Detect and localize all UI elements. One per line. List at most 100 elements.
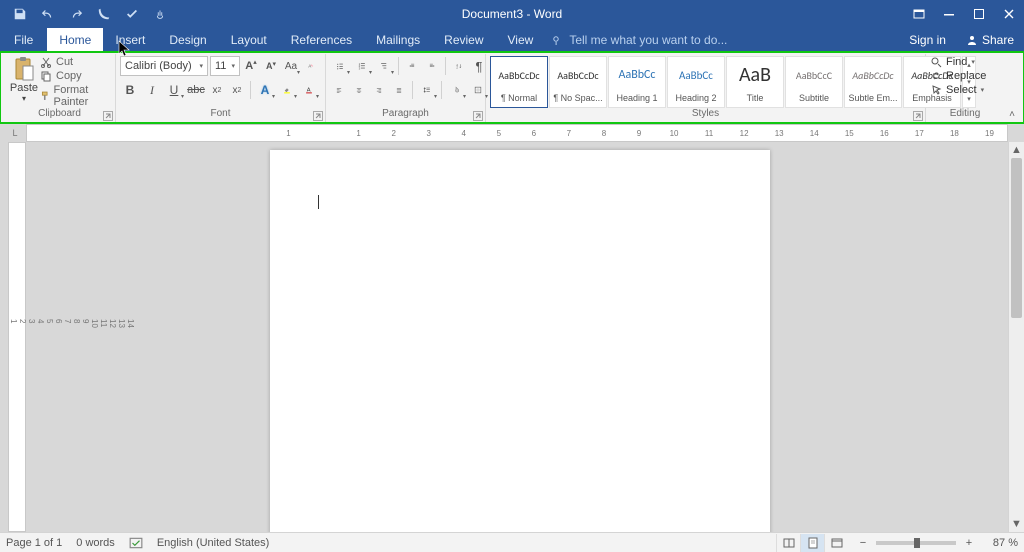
document-page[interactable] bbox=[270, 150, 770, 532]
status-language[interactable]: English (United States) bbox=[157, 537, 270, 549]
tab-insert[interactable]: Insert bbox=[103, 28, 157, 52]
sign-in-link[interactable]: Sign in bbox=[899, 28, 956, 52]
highlight-color-icon[interactable]: ▾ bbox=[277, 80, 297, 100]
text-effects-icon[interactable]: A▾ bbox=[255, 80, 275, 100]
title-bar: Document3 - Word bbox=[0, 0, 1024, 28]
status-page[interactable]: Page 1 of 1 bbox=[6, 537, 62, 549]
clipboard-dialog-launcher[interactable] bbox=[103, 111, 113, 121]
tab-view[interactable]: View bbox=[496, 28, 546, 52]
align-center-icon[interactable] bbox=[350, 80, 368, 100]
save-icon[interactable] bbox=[6, 0, 34, 28]
scroll-down-icon[interactable]: ▼ bbox=[1009, 516, 1024, 532]
tab-references[interactable]: References bbox=[279, 28, 364, 52]
share-button[interactable]: Share bbox=[956, 28, 1024, 52]
style-heading-1[interactable]: AaBbCcHeading 1 bbox=[608, 56, 666, 108]
view-web-layout-icon[interactable] bbox=[824, 534, 848, 552]
horizontal-ruler[interactable]: 112345678910111213141516171819 bbox=[26, 124, 1008, 142]
zoom-in-icon[interactable]: + bbox=[962, 536, 976, 550]
paste-label: Paste bbox=[10, 82, 38, 94]
paragraph-dialog-launcher[interactable] bbox=[473, 111, 483, 121]
group-editing-label: Editing bbox=[950, 108, 981, 119]
view-read-mode-icon[interactable] bbox=[776, 534, 800, 552]
status-spellcheck-icon[interactable] bbox=[129, 536, 143, 550]
tab-layout[interactable]: Layout bbox=[219, 28, 279, 52]
view-print-layout-icon[interactable] bbox=[800, 534, 824, 552]
font-name-combo[interactable]: Calibri (Body)▾ bbox=[120, 56, 208, 76]
text-cursor bbox=[318, 195, 319, 209]
group-font-label: Font bbox=[210, 108, 230, 119]
subscript-icon[interactable]: x2 bbox=[208, 80, 226, 100]
find-button[interactable]: Find▾ bbox=[930, 56, 986, 68]
style-title[interactable]: AaBTitle bbox=[726, 56, 784, 108]
style-subtitle[interactable]: AaBbCcCSubtitle bbox=[785, 56, 843, 108]
cut-button[interactable]: Cut bbox=[40, 56, 111, 68]
close-icon[interactable] bbox=[994, 0, 1024, 28]
align-right-icon[interactable] bbox=[370, 80, 388, 100]
vertical-ruler[interactable]: 1234567891011121314 bbox=[8, 142, 26, 532]
increase-indent-icon[interactable] bbox=[423, 56, 441, 76]
font-dialog-launcher[interactable] bbox=[313, 111, 323, 121]
strikethrough-icon[interactable]: abc bbox=[186, 80, 206, 100]
superscript-icon[interactable]: x2 bbox=[228, 80, 246, 100]
align-left-icon[interactable] bbox=[330, 80, 348, 100]
change-case-icon[interactable]: Aa▾ bbox=[282, 56, 300, 76]
shading-icon[interactable]: ▾ bbox=[446, 80, 466, 100]
tab-review[interactable]: Review bbox=[432, 28, 495, 52]
status-bar: Page 1 of 1 0 words English (United Stat… bbox=[0, 532, 1024, 552]
font-size-combo[interactable]: 11▾ bbox=[210, 56, 240, 76]
italic-icon[interactable]: I bbox=[142, 80, 162, 100]
style--no-spac-[interactable]: AaBbCcDc¶ No Spac... bbox=[549, 56, 607, 108]
select-button[interactable]: Select▾ bbox=[930, 84, 986, 96]
decrease-font-size-icon[interactable]: A▾ bbox=[262, 56, 280, 76]
maximize-icon[interactable] bbox=[964, 0, 994, 28]
scroll-up-icon[interactable]: ▲ bbox=[1009, 142, 1024, 158]
svg-text:A: A bbox=[308, 64, 311, 69]
line-spacing-icon[interactable]: ▾ bbox=[417, 80, 437, 100]
collapse-ribbon-icon[interactable]: ˄ bbox=[1009, 109, 1015, 120]
svg-text:3: 3 bbox=[359, 66, 361, 70]
quick-access-toolbar bbox=[0, 0, 174, 28]
touch-mode-icon[interactable] bbox=[146, 0, 174, 28]
clear-formatting-icon[interactable]: A bbox=[302, 56, 320, 76]
tab-file[interactable]: File bbox=[0, 28, 47, 52]
styles-dialog-launcher[interactable] bbox=[913, 111, 923, 121]
check-icon[interactable] bbox=[118, 0, 146, 28]
redo-icon[interactable] bbox=[62, 0, 90, 28]
zoom-out-icon[interactable]: − bbox=[856, 536, 870, 550]
font-color-icon[interactable]: A▾ bbox=[299, 80, 319, 100]
numbering-icon[interactable]: 123▾ bbox=[352, 56, 372, 76]
style--normal[interactable]: AaBbCcDc¶ Normal bbox=[490, 56, 548, 108]
format-painter-button[interactable]: Format Painter bbox=[40, 84, 111, 108]
tab-mailings[interactable]: Mailings bbox=[364, 28, 432, 52]
tab-home[interactable]: Home bbox=[47, 28, 103, 52]
status-word-count[interactable]: 0 words bbox=[76, 537, 115, 549]
underline-icon[interactable]: U▾ bbox=[164, 80, 184, 100]
replace-button[interactable]: Replace bbox=[930, 70, 986, 82]
decrease-indent-icon[interactable] bbox=[403, 56, 421, 76]
copy-button[interactable]: Copy bbox=[40, 70, 111, 82]
group-font: Calibri (Body)▾ 11▾ A▴ A▾ Aa▾ A B I U▾ a… bbox=[116, 54, 326, 122]
bullets-icon[interactable]: ▾ bbox=[330, 56, 350, 76]
paste-button[interactable]: Paste ▾ bbox=[8, 54, 40, 103]
group-styles: AaBbCcDc¶ NormalAaBbCcDc¶ No Spac...AaBb… bbox=[486, 54, 926, 122]
bold-icon[interactable]: B bbox=[120, 80, 140, 100]
multilevel-list-icon[interactable]: ▾ bbox=[374, 56, 394, 76]
tab-design[interactable]: Design bbox=[157, 28, 218, 52]
borders-icon[interactable]: ▾ bbox=[468, 80, 488, 100]
increase-font-size-icon[interactable]: A▴ bbox=[242, 56, 260, 76]
tell-me-search[interactable]: Tell me what you want to do... bbox=[551, 28, 727, 52]
justify-icon[interactable] bbox=[390, 80, 408, 100]
zoom-level[interactable]: 87 % bbox=[982, 537, 1018, 549]
zoom-slider[interactable] bbox=[876, 541, 956, 545]
minimize-icon[interactable] bbox=[934, 0, 964, 28]
ribbon-display-options-icon[interactable] bbox=[904, 0, 934, 28]
phone-icon[interactable] bbox=[90, 0, 118, 28]
scroll-thumb[interactable] bbox=[1011, 158, 1022, 318]
style-subtle-em-[interactable]: AaBbCcDcSubtle Em... bbox=[844, 56, 902, 108]
group-clipboard: Paste ▾ Cut Copy Format Painter Clipboar… bbox=[4, 54, 116, 122]
undo-icon[interactable] bbox=[34, 0, 62, 28]
sort-icon[interactable]: AZ bbox=[450, 56, 468, 76]
vertical-scrollbar[interactable]: ▲ ▼ bbox=[1008, 142, 1024, 532]
zoom-control: − + 87 % bbox=[856, 536, 1018, 550]
style-heading-2[interactable]: AaBbCcHeading 2 bbox=[667, 56, 725, 108]
